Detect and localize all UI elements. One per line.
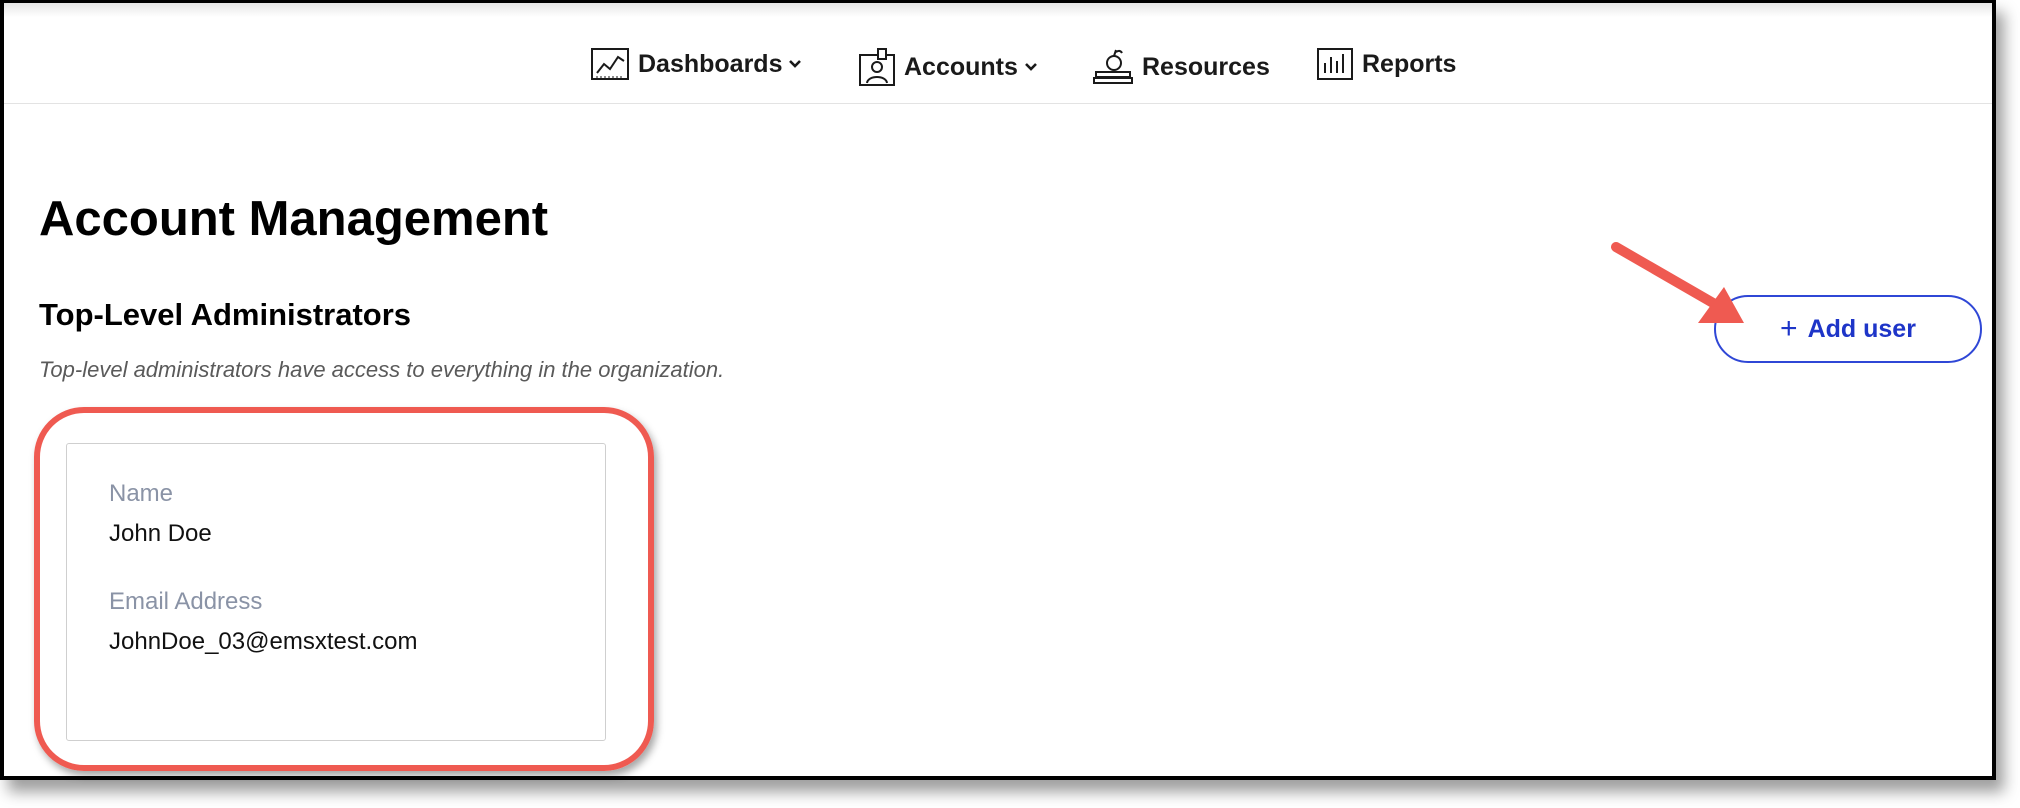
nav-resources[interactable]: Resources (1092, 47, 1270, 87)
chevron-down-icon (789, 60, 802, 68)
admin-card: Name John Doe Email Address JohnDoe_03@e… (66, 443, 606, 741)
accounts-icon (859, 48, 895, 86)
chevron-down-icon (1024, 63, 1037, 71)
nav-dashboards[interactable]: Dashboards (590, 47, 802, 81)
dashboard-chart-icon (591, 48, 629, 80)
annotation-arrow (1611, 242, 1744, 323)
plus-icon: + (1780, 312, 1798, 345)
page-title: Account Management (39, 192, 549, 246)
section-description: Top-level administrators have access to … (39, 357, 725, 382)
nav-resources-label: Resources (1142, 52, 1270, 81)
nav-reports-label: Reports (1362, 49, 1457, 78)
reports-icon (1317, 48, 1353, 80)
email-label: Email Address (109, 588, 263, 615)
nav-reports[interactable]: Reports (1316, 47, 1456, 81)
nav-dashboards-label: Dashboards (638, 49, 783, 78)
top-navbar: Dashboards Accounts Resources Reports (4, 3, 1992, 104)
nav-accounts-label: Accounts (904, 52, 1018, 81)
nav-accounts[interactable]: Accounts (858, 47, 1038, 87)
name-value: John Doe (109, 520, 212, 547)
resources-icon (1093, 49, 1133, 84)
name-label: Name (109, 480, 174, 507)
add-user-label: Add user (1807, 314, 1916, 343)
section-title: Top-Level Administrators (39, 297, 412, 332)
screenshot-frame: Dashboards Accounts Resources Reports Ac… (0, 0, 1996, 780)
email-value: JohnDoe_03@emsxtest.com (109, 628, 418, 655)
